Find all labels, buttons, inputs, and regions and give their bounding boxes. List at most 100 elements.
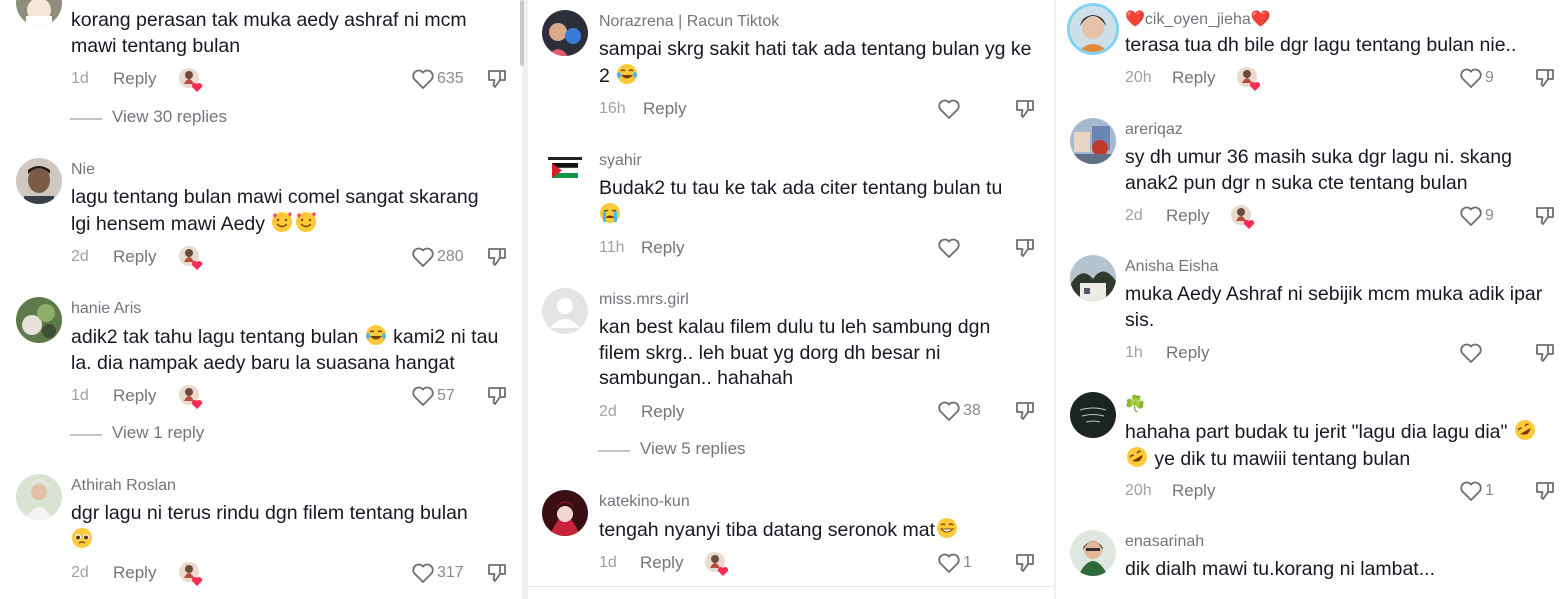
- smiling-hearts-emoji: [295, 211, 317, 233]
- like-icon[interactable]: [411, 246, 435, 268]
- avatar[interactable]: [542, 149, 588, 195]
- dislike-icon[interactable]: [486, 246, 508, 268]
- comment-text-body: Budak2 tu tau ke tak ada citer tentang b…: [599, 177, 1003, 199]
- avatar[interactable]: [1070, 392, 1116, 438]
- crying-face-emoji: [599, 202, 621, 224]
- reply-button[interactable]: Reply: [1166, 343, 1209, 363]
- dislike-icon[interactable]: [1014, 98, 1036, 120]
- avatar[interactable]: [16, 0, 62, 26]
- avatar[interactable]: [16, 297, 62, 343]
- reply-button[interactable]: Reply: [113, 386, 156, 406]
- creator-liked-icon: [704, 550, 732, 578]
- comment-text-body: tengah nyanyi tiba datang seronok mat: [599, 519, 936, 541]
- comment-text-body: ye dik tu mawiii tentang bulan: [1154, 447, 1411, 470]
- comment-username[interactable]: Anisha Eisha: [1125, 258, 1218, 276]
- reply-button[interactable]: Reply: [1166, 206, 1209, 226]
- comment-time: 20h: [1125, 482, 1152, 499]
- like-count: 1: [1485, 482, 1494, 499]
- comment-username[interactable]: enasarinah: [1125, 533, 1204, 551]
- dislike-icon[interactable]: [486, 68, 508, 90]
- dislike-icon[interactable]: [486, 562, 508, 584]
- comment-username[interactable]: Athirah Roslan: [71, 477, 176, 495]
- comment-username[interactable]: ☘️: [1125, 394, 1145, 414]
- comment-username[interactable]: ❤️cik_oyen_jieha❤️: [1125, 9, 1271, 29]
- dislike-icon[interactable]: [1014, 400, 1036, 422]
- like-icon[interactable]: [1459, 342, 1483, 364]
- reply-button[interactable]: Reply: [113, 563, 156, 583]
- creator-liked-icon: [178, 66, 206, 94]
- creator-liked-icon: [178, 244, 206, 272]
- reply-button[interactable]: Reply: [641, 238, 684, 258]
- comment-text: sy dh umur 36 masih suka dgr lagu ni. sk…: [1125, 146, 1512, 194]
- comment-username[interactable]: areriqaz: [1125, 121, 1183, 139]
- username-suffix: ❤️: [1250, 11, 1271, 28]
- creator-liked-icon: [1230, 203, 1258, 231]
- reply-button[interactable]: Reply: [641, 402, 684, 422]
- avatar[interactable]: [542, 10, 588, 56]
- avatar[interactable]: [1070, 118, 1116, 164]
- reply-button[interactable]: Reply: [643, 99, 686, 119]
- view-replies-button[interactable]: View 5 replies: [598, 439, 746, 459]
- divider: [528, 586, 1054, 587]
- comment-text: sampai skrg sakit hati tak ada tentang b…: [599, 37, 1039, 89]
- dislike-icon[interactable]: [1534, 67, 1556, 89]
- like-icon[interactable]: [1459, 480, 1483, 502]
- like-icon[interactable]: [411, 68, 435, 90]
- comment-username[interactable]: hanie Aris: [71, 300, 141, 318]
- comment-panel-middle: Norazrena | Racun Tiktok sampai skrg sak…: [528, 0, 1054, 599]
- comment-time: 1d: [599, 554, 617, 571]
- like-icon[interactable]: [1459, 67, 1483, 89]
- comment-username[interactable]: syahir: [599, 152, 642, 170]
- dislike-icon[interactable]: [1014, 552, 1036, 574]
- comment-panel-left: korang perasan tak muka aedy ashraf ni m…: [0, 0, 522, 599]
- like-icon[interactable]: [937, 98, 961, 120]
- dislike-icon[interactable]: [486, 385, 508, 407]
- view-replies-button[interactable]: View 30 replies: [70, 107, 227, 127]
- like-icon[interactable]: [937, 552, 961, 574]
- avatar[interactable]: [542, 288, 588, 334]
- avatar[interactable]: [1070, 6, 1116, 52]
- comment-username[interactable]: katekino-kun: [599, 493, 690, 511]
- dislike-icon[interactable]: [1014, 237, 1036, 259]
- comment-time: 2d: [599, 403, 617, 420]
- avatar[interactable]: [16, 158, 62, 204]
- comment-username[interactable]: Norazrena | Racun Tiktok: [599, 13, 779, 31]
- reply-button[interactable]: Reply: [113, 69, 156, 89]
- dislike-icon[interactable]: [1534, 342, 1556, 364]
- comment-time: 2d: [1125, 207, 1143, 224]
- comment-text-body: dgr lagu ni terus rindu dgn filem tentan…: [71, 502, 468, 524]
- like-count: 635: [437, 70, 464, 87]
- reply-button[interactable]: Reply: [1172, 481, 1215, 501]
- username-prefix: ❤️: [1125, 11, 1145, 28]
- reply-button[interactable]: Reply: [640, 553, 683, 573]
- comment-text: terasa tua dh bile dgr lagu tentang bula…: [1125, 34, 1517, 56]
- reply-button[interactable]: Reply: [113, 247, 156, 267]
- tears-of-joy-emoji: [616, 63, 638, 85]
- like-count: 1: [963, 554, 972, 571]
- like-count: 9: [1485, 207, 1494, 224]
- comment-text: dik dialh mawi tu.korang ni lambat...: [1125, 558, 1435, 580]
- scrollbar[interactable]: [520, 0, 524, 66]
- view-replies-button[interactable]: View 1 reply: [69, 423, 204, 443]
- like-icon[interactable]: [937, 400, 961, 422]
- comment-text: dgr lagu ni terus rindu dgn filem tentan…: [71, 501, 511, 553]
- avatar[interactable]: [16, 474, 62, 520]
- avatar[interactable]: [542, 490, 588, 536]
- comment-text: hahaha part budak tu jerit "lagu dia lag…: [1125, 419, 1563, 472]
- comment-username[interactable]: Nie: [71, 161, 95, 179]
- avatar[interactable]: [1070, 255, 1116, 301]
- avatar[interactable]: [1070, 530, 1116, 576]
- comment-text: muka Aedy Ashraf ni sebijik mcm muka adi…: [1125, 283, 1543, 331]
- dislike-icon[interactable]: [1534, 205, 1556, 227]
- like-icon[interactable]: [937, 237, 961, 259]
- rofl-emoji: [1126, 446, 1148, 468]
- reply-button[interactable]: Reply: [1172, 68, 1215, 88]
- like-icon[interactable]: [411, 562, 435, 584]
- dislike-icon[interactable]: [1534, 480, 1556, 502]
- like-count: 57: [437, 387, 455, 404]
- comment-time: 1d: [71, 387, 89, 404]
- like-icon[interactable]: [1459, 205, 1483, 227]
- comment-username[interactable]: miss.mrs.girl: [599, 291, 689, 309]
- like-icon[interactable]: [411, 385, 435, 407]
- creator-liked-icon: [1236, 65, 1264, 93]
